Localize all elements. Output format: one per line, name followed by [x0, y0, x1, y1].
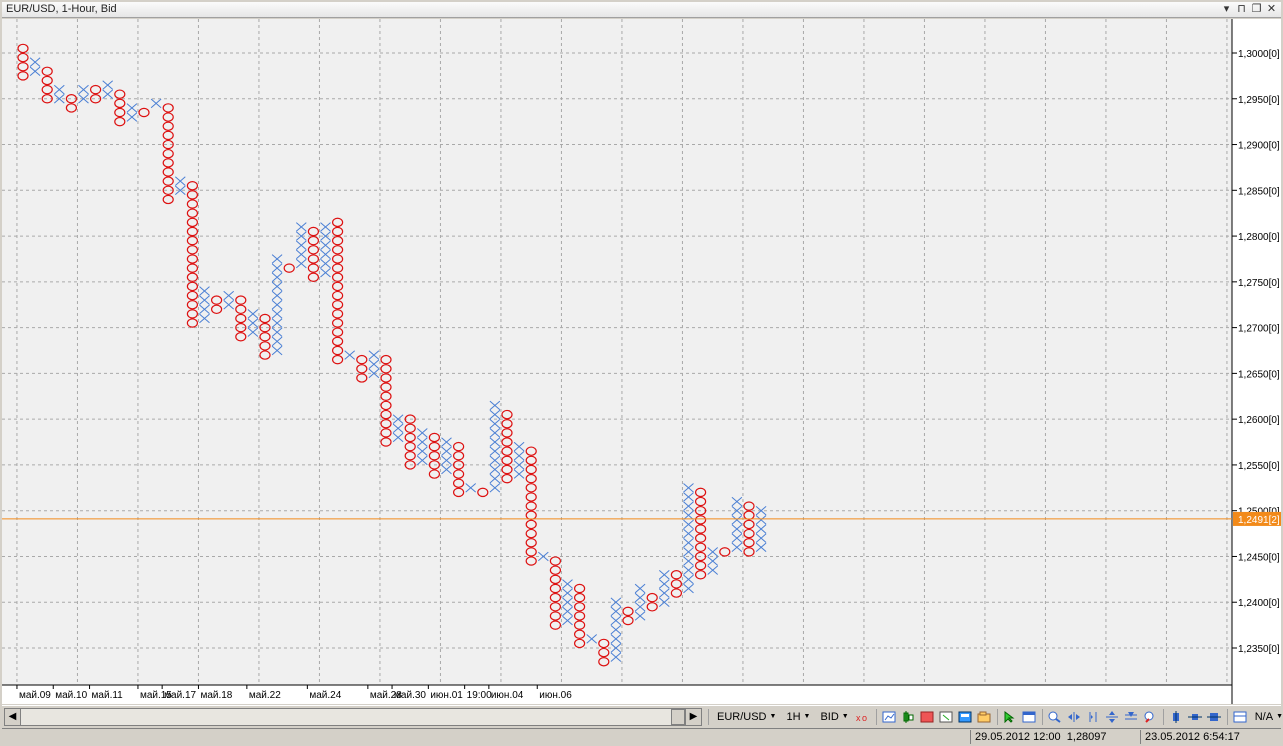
price-tick-label: 1,2450[0] [1238, 552, 1280, 563]
time-tick-label: май.30 [394, 690, 426, 701]
restore-icon[interactable]: ❐ [1251, 2, 1262, 15]
toolbar-separator [875, 709, 877, 725]
chevron-down-icon: ▼ [841, 713, 849, 720]
compress-vertical-icon[interactable] [1123, 709, 1140, 725]
price-tick-label: 1,2800[0] [1238, 232, 1280, 243]
zoom-out-icon[interactable] [1142, 709, 1159, 725]
time-tick-label: 19:00 [467, 690, 492, 701]
calendar-icon[interactable] [1021, 709, 1038, 725]
title-bar: EUR/USD, 1-Hour, Bid ▾ ⊓ ❐ ✕ [2, 2, 1281, 18]
chart-type-icon[interactable]: xo [855, 709, 872, 725]
toolbar-separator [1226, 709, 1228, 725]
symbol-label: EUR/USD [717, 711, 767, 723]
svg-text:x: x [856, 713, 861, 723]
price-tick-label: 1,2850[0] [1238, 186, 1280, 197]
chart-window: EUR/USD, 1-Hour, Bid ▾ ⊓ ❐ ✕ 1,3000[0] 1,… [0, 0, 1283, 746]
toolbar-separator [996, 709, 998, 725]
chart-toolbar: EUR/USD ▼ 1H ▼ BID ▼ xo N/A ▼ [706, 708, 1283, 726]
price-tick-label: 1,2750[0] [1238, 278, 1280, 289]
price-tick-label: 1,2400[0] [1238, 598, 1280, 609]
price-tick-label: 1,2550[0] [1238, 461, 1280, 472]
time-tick-label: май.22 [249, 690, 281, 701]
price-type-dropdown[interactable]: BID ▼ [816, 709, 852, 725]
shift-right-icon[interactable] [1085, 709, 1102, 725]
scroll-thumb[interactable] [671, 709, 685, 725]
current-price-label: 1,2491[2] [1238, 515, 1280, 526]
time-tick-label: июн.04 [491, 690, 524, 701]
timeframe-label: 1H [786, 711, 801, 723]
price-tick-label: 1,2950[0] [1238, 95, 1280, 106]
toolbar-separator [708, 709, 709, 725]
window-menu-icon[interactable]: ▾ [1221, 2, 1232, 15]
price-tick-label: 1,2700[0] [1238, 324, 1280, 335]
bar-width-icon[interactable] [1187, 709, 1204, 725]
layout-icon[interactable] [1232, 709, 1249, 725]
time-tick-label: июн.01 [430, 690, 463, 701]
scroll-right-icon[interactable]: ▶ [685, 709, 701, 725]
properties-icon[interactable] [976, 709, 993, 725]
indicator-icon[interactable] [1168, 709, 1185, 725]
toolbar-separator [1041, 709, 1043, 725]
price-tick-label: 1,2350[0] [1238, 644, 1280, 655]
chevron-down-icon: ▼ [769, 713, 777, 720]
status-bar: 29.05.2012 12:00 1,28097 23.05.2012 6:54… [2, 728, 1281, 744]
cursor-icon[interactable] [1002, 709, 1019, 725]
time-tick-label: июн.06 [539, 690, 572, 701]
time-tick-label: май.18 [200, 690, 232, 701]
bottom-bar: ◀ ▶ EUR/USD ▼ 1H ▼ BID ▼ xo N/A ▼ [2, 705, 1283, 727]
close-icon[interactable]: ✕ [1266, 2, 1277, 15]
zoom-box-icon[interactable] [938, 709, 955, 725]
price-type-label: BID [820, 711, 839, 723]
symbol-dropdown[interactable]: EUR/USD ▼ [713, 709, 780, 725]
chevron-down-icon: ▼ [803, 713, 811, 720]
cursor-time: 29.05.2012 12:00 [975, 731, 1061, 743]
pin-icon[interactable]: ⊓ [1236, 2, 1247, 15]
candle-chart-icon[interactable] [900, 709, 917, 725]
horizontal-scrollbar[interactable]: ◀ ▶ [4, 708, 702, 726]
bar-chart-icon[interactable] [919, 709, 936, 725]
chevron-down-icon: ▼ [1276, 713, 1283, 720]
zoom-label: N/A [1254, 711, 1274, 723]
time-tick-label: май.09 [19, 690, 51, 701]
chart-area[interactable]: 1,3000[0] 1,2950[0] 1,2900[0] 1,2850[0] 1,28… [2, 19, 1281, 704]
window-controls: ▾ ⊓ ❐ ✕ [1221, 2, 1277, 15]
pnf-chart[interactable]: 1,3000[0] 1,2950[0] 1,2900[0] 1,2850[0] 1,28… [2, 19, 1281, 704]
server-time: 23.05.2012 6:54:17 [1140, 730, 1281, 744]
price-tick-label: 1,2600[0] [1238, 415, 1280, 426]
expand-vertical-icon[interactable] [1104, 709, 1121, 725]
axis-background [1232, 19, 1281, 685]
shift-left-icon[interactable] [1066, 709, 1083, 725]
time-tick-label: май.10 [55, 690, 87, 701]
time-tick-label: май.17 [164, 690, 196, 701]
price-tick-label: 1,2650[0] [1238, 369, 1280, 380]
toolbar-separator [1162, 709, 1164, 725]
svg-text:o: o [862, 713, 867, 723]
scroll-left-icon[interactable]: ◀ [5, 709, 21, 725]
zoom-dropdown[interactable]: N/A ▼ [1251, 709, 1283, 725]
window-title: EUR/USD, 1-Hour, Bid [6, 3, 117, 15]
price-tick-label: 1,2900[0] [1238, 141, 1280, 152]
price-tick-label: 1,3000[0] [1238, 49, 1280, 60]
cursor-readout: 29.05.2012 12:00 1,28097 [970, 730, 1138, 744]
timeframe-dropdown[interactable]: 1H ▼ [782, 709, 814, 725]
time-tick-label: май.11 [92, 690, 124, 701]
bar-spacing-icon[interactable] [1206, 709, 1223, 725]
template-icon[interactable] [957, 709, 974, 725]
time-tick-label: май.24 [309, 690, 341, 701]
line-chart-icon[interactable] [881, 709, 898, 725]
zoom-in-icon[interactable] [1047, 709, 1064, 725]
cursor-price: 1,28097 [1066, 731, 1107, 743]
plot-background [2, 19, 1232, 685]
